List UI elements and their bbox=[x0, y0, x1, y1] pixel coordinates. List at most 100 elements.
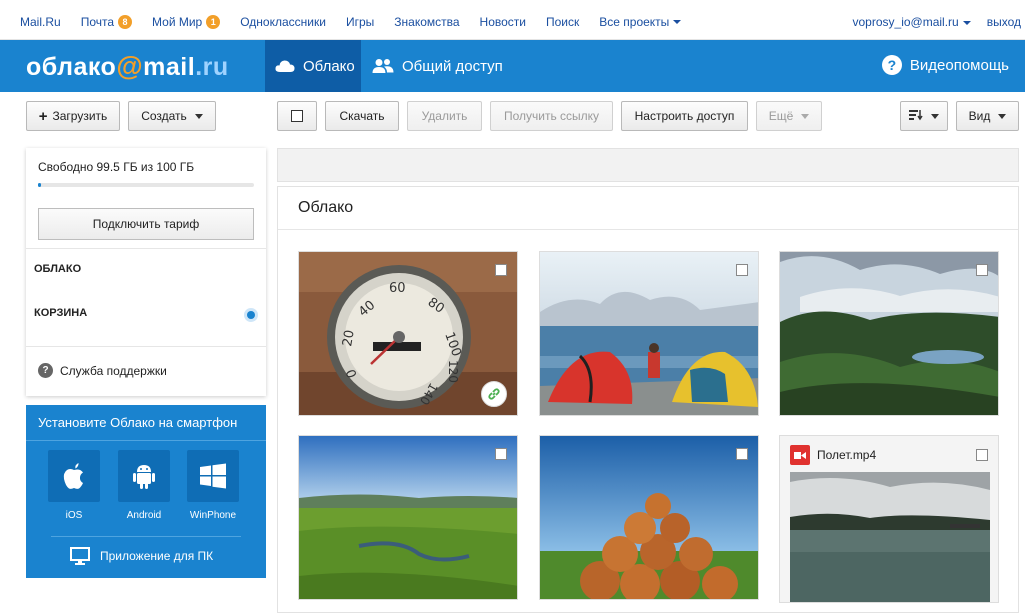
photo-thumbnail[interactable] bbox=[779, 251, 999, 416]
download-label: Скачать bbox=[339, 109, 385, 123]
portal-links: Mail.Ru Почта 8 Мой Мир 1 Одноклассники Иг… bbox=[20, 15, 701, 29]
connect-tariff-button[interactable]: Подключить тариф bbox=[38, 208, 254, 240]
cloud-logo[interactable]: облако@mail.ru bbox=[26, 51, 229, 82]
photo-thumbnail[interactable]: 40 60 80 100 120 20 0 140 bbox=[298, 251, 518, 416]
quota-progress-bar bbox=[38, 183, 254, 187]
sort-icon bbox=[909, 109, 923, 124]
sort-button[interactable] bbox=[900, 101, 948, 131]
svg-text:120: 120 bbox=[446, 360, 460, 383]
view-label: Вид bbox=[968, 109, 991, 123]
windows-icon bbox=[187, 450, 239, 502]
mobile-app-promo: Установите Облако на смартфон iOS Androi… bbox=[26, 405, 266, 578]
ios-app-link[interactable]: iOS bbox=[48, 450, 100, 521]
android-app-link[interactable]: Android bbox=[118, 450, 170, 521]
sidebar-panel: Свободно 99.5 ГБ из 100 ГБ Подключить та… bbox=[26, 148, 266, 396]
get-link-button[interactable]: Получить ссылку bbox=[490, 101, 613, 131]
video-help-label: Видеопомощь bbox=[909, 56, 1009, 74]
logout-link[interactable]: выход bbox=[987, 15, 1021, 29]
tents-photo bbox=[540, 252, 758, 415]
user-email: voprosy_io@mail.ru bbox=[852, 15, 959, 29]
app-label: WinPhone bbox=[189, 510, 237, 521]
delete-label: Удалить bbox=[421, 109, 468, 123]
promo-title: Установите Облако на смартфон bbox=[26, 405, 266, 441]
chevron-down-icon bbox=[801, 113, 810, 119]
portal-link-games[interactable]: Игры bbox=[346, 15, 374, 29]
select-checkbox[interactable] bbox=[736, 264, 748, 276]
portal-link-all-projects[interactable]: Все проекты bbox=[599, 15, 682, 29]
delete-button[interactable]: Удалить bbox=[407, 101, 482, 131]
tab-cloud[interactable]: Облако bbox=[265, 40, 361, 92]
portal-right: voprosy_io@mail.ru выход bbox=[853, 15, 1025, 29]
video-icon bbox=[790, 445, 810, 465]
photo-thumbnail[interactable] bbox=[539, 251, 759, 416]
svg-text:60: 60 bbox=[389, 281, 406, 296]
chevron-down-icon bbox=[194, 113, 203, 119]
logo-word: облако bbox=[26, 53, 117, 81]
video-preview bbox=[790, 472, 990, 602]
select-checkbox[interactable] bbox=[736, 448, 748, 460]
portal-link-mail[interactable]: Почта 8 bbox=[80, 15, 133, 29]
app-label: iOS bbox=[65, 510, 83, 521]
chevron-down-icon bbox=[962, 20, 971, 25]
trash-indicator bbox=[244, 308, 258, 322]
video-file-name: Полет.mp4 bbox=[817, 448, 877, 462]
video-file-card[interactable]: Полет.mp4 bbox=[779, 435, 999, 603]
app-header: облако@mail.ru Облако Общий доступ ? Вид… bbox=[0, 40, 1025, 92]
more-button[interactable]: Ещё bbox=[756, 101, 822, 131]
portal-link-label: Почта bbox=[80, 15, 115, 29]
select-checkbox[interactable] bbox=[495, 264, 507, 276]
portal-link-mailru[interactable]: Mail.Ru bbox=[20, 15, 61, 29]
select-checkbox[interactable] bbox=[495, 448, 507, 460]
photo-thumbnail[interactable] bbox=[539, 435, 759, 600]
portal-link-label: Мой Мир bbox=[152, 15, 203, 29]
link-icon[interactable] bbox=[481, 381, 507, 407]
get-link-label: Получить ссылку bbox=[503, 109, 600, 123]
portal-link-dating[interactable]: Знакомства bbox=[394, 15, 459, 29]
apple-icon bbox=[48, 450, 100, 502]
select-all-checkbox[interactable] bbox=[277, 101, 317, 131]
chevron-down-icon bbox=[998, 113, 1007, 119]
select-checkbox[interactable] bbox=[976, 449, 988, 461]
chevron-down-icon bbox=[931, 113, 939, 119]
configure-access-button[interactable]: Настроить доступ bbox=[621, 101, 748, 131]
logo-mail: mail bbox=[143, 53, 196, 81]
view-button[interactable]: Вид bbox=[956, 101, 1019, 131]
sidebar-item-cloud[interactable]: ОБЛАКО bbox=[34, 263, 81, 275]
video-help-link[interactable]: ? Видеопомощь bbox=[881, 55, 1009, 75]
mail-count-badge: 8 bbox=[118, 15, 133, 29]
divider bbox=[26, 248, 266, 249]
logo-at: @ bbox=[116, 51, 144, 81]
file-browser: Облако 40 60 80 100 120 20 0 140 Полет.m… bbox=[277, 186, 1019, 613]
cloud-icon bbox=[275, 59, 295, 73]
portal-link-label: Все проекты bbox=[599, 15, 670, 29]
sidebar-item-trash[interactable]: КОРЗИНА bbox=[34, 307, 87, 319]
portal-link-myworld[interactable]: Мой Мир 1 bbox=[152, 15, 221, 29]
portal-link-news[interactable]: Новости bbox=[480, 15, 526, 29]
upload-button[interactable]: + Загрузить bbox=[26, 101, 120, 131]
photo-thumbnail[interactable] bbox=[298, 435, 518, 600]
create-button[interactable]: Создать bbox=[128, 101, 216, 131]
monitor-icon bbox=[70, 547, 90, 565]
portal-link-odnoklassniki[interactable]: Одноклассники bbox=[240, 15, 326, 29]
create-label: Создать bbox=[141, 109, 187, 123]
user-menu[interactable]: voprosy_io@mail.ru bbox=[853, 15, 971, 29]
logo-ru: .ru bbox=[195, 53, 229, 81]
app-label: Android bbox=[126, 510, 162, 521]
myworld-count-badge: 1 bbox=[206, 15, 221, 29]
download-button[interactable]: Скачать bbox=[325, 101, 399, 131]
page-title: Облако bbox=[298, 199, 354, 216]
tab-label: Общий доступ bbox=[402, 57, 503, 75]
portal-bar: Mail.Ru Почта 8 Мой Мир 1 Одноклассники Иг… bbox=[0, 0, 1025, 40]
quota-progress-fill bbox=[38, 183, 42, 187]
select-checkbox[interactable] bbox=[976, 264, 988, 276]
checkbox-icon bbox=[291, 110, 303, 122]
winphone-app-link[interactable]: WinPhone bbox=[187, 450, 239, 521]
tab-shared-access[interactable]: Общий доступ bbox=[362, 40, 513, 92]
pc-app-link[interactable]: Приложение для ПК bbox=[70, 547, 213, 565]
support-label: Служба поддержки bbox=[60, 363, 167, 378]
portal-link-search[interactable]: Поиск bbox=[546, 15, 579, 29]
support-link[interactable]: ? Служба поддержки bbox=[38, 363, 167, 378]
question-icon: ? bbox=[38, 363, 53, 378]
quota-text: Свободно 99.5 ГБ из 100 ГБ bbox=[38, 160, 195, 174]
chevron-down-icon bbox=[673, 20, 682, 24]
